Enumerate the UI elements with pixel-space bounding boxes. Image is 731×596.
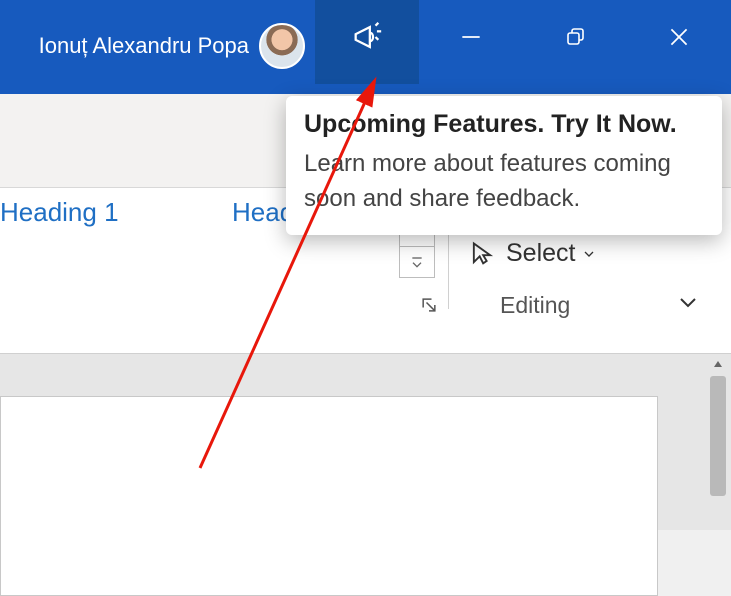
close-icon — [666, 24, 692, 50]
title-bar: Ionuț Alexandru Popa — [0, 0, 731, 94]
chevron-down-icon — [676, 290, 700, 314]
chevron-down-icon — [581, 246, 597, 262]
scroll-up-button[interactable] — [707, 354, 729, 374]
title-bar-right: Ionuț Alexandru Popa — [39, 18, 731, 74]
minimize-button[interactable] — [419, 0, 523, 84]
megaphone-icon — [350, 20, 384, 54]
upcoming-features-button[interactable] — [315, 0, 419, 84]
styles-dialog-launcher[interactable] — [414, 290, 444, 320]
tooltip-body: Learn more about features coming soon an… — [304, 147, 704, 217]
expand-gallery-icon — [409, 253, 425, 271]
restore-button[interactable] — [523, 0, 627, 84]
vertical-scrollbar[interactable] — [707, 354, 729, 522]
minimize-icon — [458, 24, 484, 50]
restore-icon — [563, 25, 587, 49]
scroll-thumb[interactable] — [710, 376, 726, 496]
cursor-icon — [468, 240, 496, 268]
editing-group-expand[interactable] — [676, 290, 700, 319]
tooltip-title: Upcoming Features. Try It Now. — [304, 110, 704, 139]
style-heading1[interactable]: Heading 1 — [0, 197, 119, 228]
triangle-up-icon — [712, 358, 724, 370]
dialog-launcher-icon — [419, 295, 439, 315]
editing-group-label: Editing — [500, 292, 570, 319]
document-page[interactable] — [0, 396, 658, 596]
avatar[interactable] — [259, 23, 305, 69]
upcoming-features-tooltip: Upcoming Features. Try It Now. Learn mor… — [286, 96, 722, 235]
close-button[interactable] — [627, 0, 731, 84]
select-button[interactable]: Select — [468, 239, 607, 268]
account-name[interactable]: Ionuț Alexandru Popa — [39, 33, 249, 59]
styles-expand[interactable] — [399, 247, 435, 278]
select-label: Select — [506, 239, 575, 268]
document-canvas — [0, 354, 731, 530]
